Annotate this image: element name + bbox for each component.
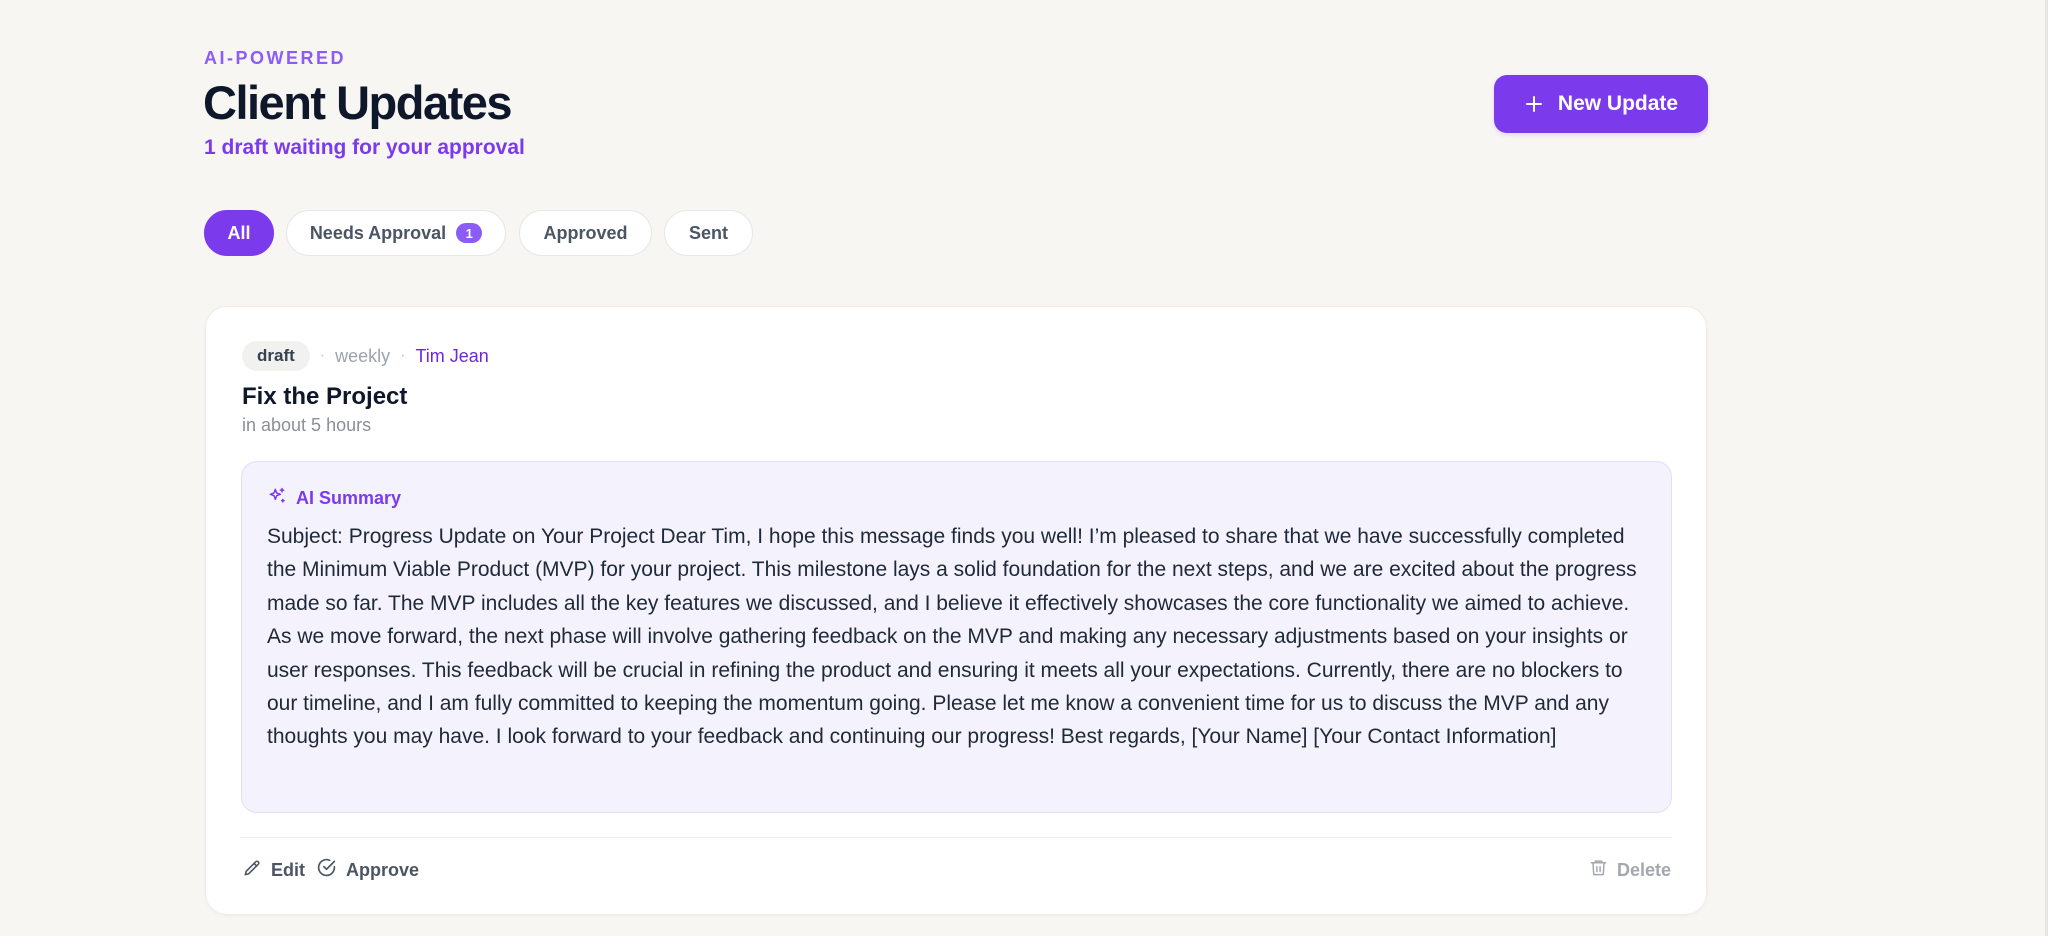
update-meta: draft · weekly · Tim Jean [242, 341, 489, 371]
frequency-label: weekly [335, 345, 391, 366]
delete-button[interactable]: Delete [1589, 855, 1671, 885]
approve-button[interactable]: Approve [316, 855, 419, 885]
ai-summary-header: AI Summary [267, 486, 401, 511]
sparkles-icon [267, 486, 287, 511]
needs-approval-count-badge: 1 [456, 223, 483, 243]
tab-needs-approval[interactable]: Needs Approval 1 [286, 210, 506, 256]
tab-needs-approval-label: Needs Approval [309, 222, 447, 243]
meta-separator: · [400, 347, 406, 364]
tab-all[interactable]: All [204, 210, 274, 256]
status-badge: draft [242, 341, 310, 371]
tab-approved[interactable]: Approved [519, 210, 652, 256]
ai-summary-panel: AI Summary Subject: Progress Update on Y… [241, 461, 1672, 813]
meta-separator: · [319, 347, 326, 364]
new-update-label: New Update [1557, 92, 1679, 115]
card-divider [241, 837, 1672, 838]
ai-summary-label: AI Summary [296, 488, 402, 508]
edit-button[interactable]: Edit [242, 855, 305, 885]
plus-icon [1524, 94, 1544, 114]
check-circle-icon [316, 857, 337, 883]
update-title: Fix the Project [242, 383, 408, 410]
update-card: draft · weekly · Tim Jean Fix the Projec… [205, 306, 1707, 915]
tab-sent[interactable]: Sent [664, 210, 753, 256]
client-name-link[interactable]: Tim Jean [415, 346, 488, 367]
new-update-button[interactable]: New Update [1494, 75, 1708, 133]
edit-label: Edit [271, 859, 305, 880]
page-subtitle: 1 draft waiting for your approval [204, 136, 525, 159]
tab-sent-label: Sent [688, 222, 728, 243]
tab-all-label: All [227, 222, 251, 243]
page-title: Client Updates [203, 76, 513, 129]
delete-label: Delete [1616, 859, 1671, 880]
update-time: in about 5 hours [242, 415, 372, 435]
trash-icon [1589, 858, 1608, 882]
approve-label: Approve [346, 859, 420, 880]
tab-approved-label: Approved [543, 222, 628, 243]
ai-summary-text: Subject: Progress Update on Your Project… [267, 525, 1637, 749]
eyebrow-label: AI-POWERED [204, 48, 346, 68]
pencil-icon [242, 858, 262, 883]
